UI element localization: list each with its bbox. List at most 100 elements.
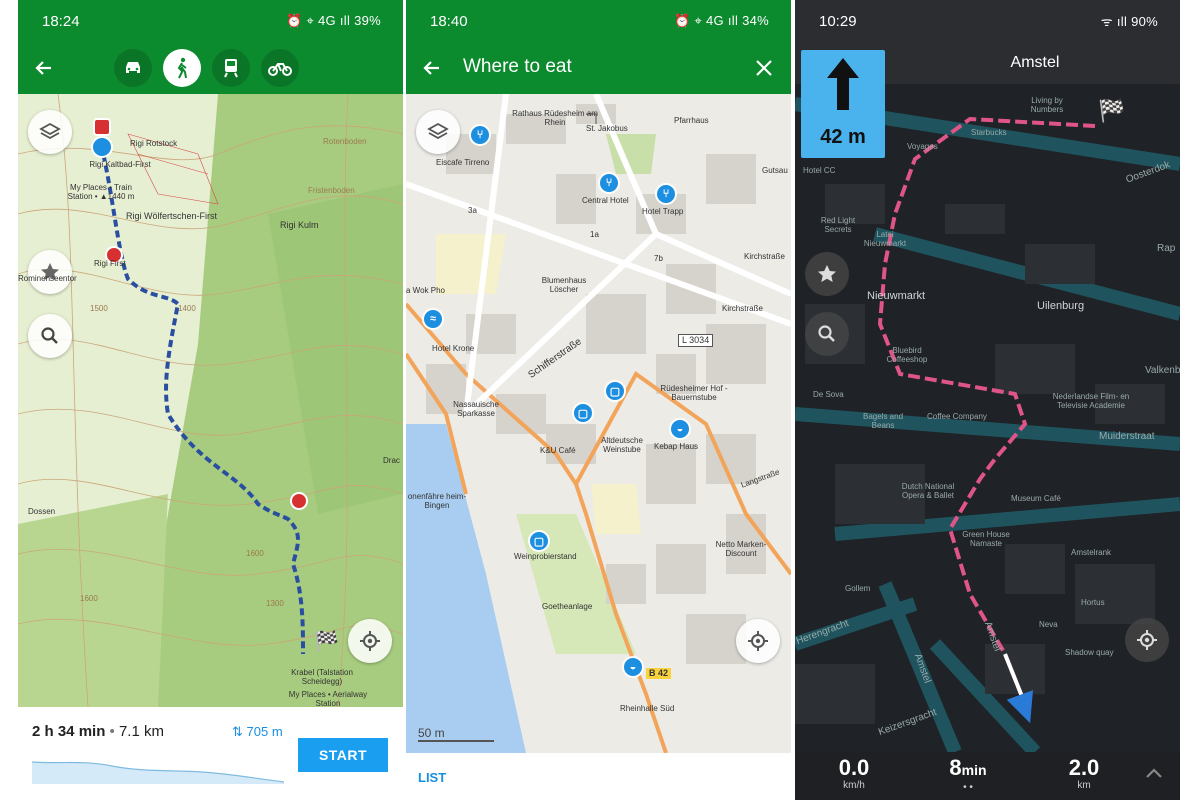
map-label: Altdeutsche Weinstube (601, 436, 643, 454)
straight-arrow-icon (827, 58, 859, 110)
map-label: Rotenboden (323, 137, 367, 146)
map-label: Drac (383, 456, 400, 465)
status-indicators: ᯤ ıll 90% (1100, 14, 1158, 29)
finish-flag-icon: 🏁 (1098, 98, 1126, 123)
map-label: Hotel Trapp (642, 207, 684, 216)
navigation-map[interactable]: 🏁 Living by Numbers Starbucks Voyages Ho… (795, 84, 1180, 752)
map-label: Shadow quay (1065, 648, 1114, 657)
map-label: Nederlandse Film- en Televisie Academie (1052, 392, 1130, 410)
remaining-distance-stat: 2.0 km (1039, 755, 1129, 792)
eta-stat[interactable]: 8min • • (923, 755, 1013, 794)
back-arrow-icon[interactable] (420, 56, 444, 80)
map-label: My Places • Train Station • ▲1440 m (67, 183, 135, 201)
restaurant-pin-icon[interactable]: ⑂ (655, 183, 677, 205)
map-label: Rigi Wölfertschen-First (126, 211, 218, 221)
my-location-button[interactable] (736, 619, 780, 663)
favorites-button[interactable] (28, 250, 72, 294)
layers-button[interactable] (416, 110, 460, 154)
map-label: a Wok Pho (406, 286, 445, 295)
map-label: My Places • Aerialway Station (288, 690, 368, 707)
layers-icon (427, 122, 449, 140)
my-location-button[interactable] (348, 619, 392, 663)
map-label: Living by Numbers (1030, 96, 1064, 114)
screen-route-planner: 18:24 ⏰ ⌖ 4G ıll 39% 🏁 Rigi Rotstock Rig… (18, 0, 403, 800)
map-label: Pfarrhaus (674, 116, 709, 125)
ascent-info: ⇅ 705 m (232, 724, 283, 740)
page-title: Where to eat (463, 56, 572, 77)
topo-map[interactable]: 🏁 Rigi Rotstock Rigi Kaltbad-First My Pl… (18, 94, 403, 707)
status-bar: 18:24 ⏰ ⌖ 4G ıll 39% (18, 0, 403, 42)
train-mode-button[interactable] (212, 49, 250, 87)
walk-mode-button[interactable] (163, 49, 201, 87)
restaurant-pin-icon[interactable]: ◒ (669, 418, 691, 440)
map-label: Eiscafe Tirreno (436, 158, 490, 167)
remaining-value: 2.0 (1068, 755, 1100, 780)
elevation-profile (32, 761, 284, 784)
search-button[interactable] (28, 314, 72, 358)
contour-label: 1400 (178, 304, 196, 313)
cafe-pin-icon[interactable]: ▢ (528, 530, 550, 552)
map-label: Kebap Haus (654, 442, 699, 451)
map-label: Rigi Rotstock (130, 139, 178, 148)
train-station-icon (93, 118, 111, 136)
bike-icon (268, 63, 292, 76)
remaining-unit: km (1077, 780, 1091, 791)
map-label: Gutsau (762, 166, 788, 175)
route-summary-panel: 2 h 34 min • 7.1 km ⇅ 705 m START (18, 707, 403, 800)
list-button[interactable]: LIST (418, 770, 446, 785)
map-label: Nassauische Sparkasse (453, 400, 499, 418)
route-summary: 2 h 34 min • 7.1 km (32, 723, 164, 740)
map-label: Neva (1039, 620, 1058, 629)
turn-instruction-panel: 42 m (801, 50, 885, 158)
favorites-button[interactable] (805, 252, 849, 296)
cafe-pin-icon[interactable]: ▢ (572, 402, 594, 424)
street-label: Muiderstraat (1099, 431, 1155, 442)
search-icon (41, 327, 58, 344)
restaurant-pin-icon[interactable] (290, 492, 308, 510)
restaurant-pin-icon[interactable]: ◒ (622, 656, 644, 678)
back-arrow-icon[interactable] (32, 56, 56, 80)
map-label: Red Light Secrets (820, 216, 856, 234)
start-button[interactable]: START (298, 738, 388, 772)
route-distance: 7.1 km (118, 723, 164, 740)
map-label: Bluebird Coffeeshop (886, 346, 928, 364)
map-label: Hortus (1081, 598, 1105, 607)
eta-value: 8 (949, 755, 962, 780)
cafe-pin-icon[interactable]: ▢ (604, 380, 626, 402)
bike-mode-button[interactable] (261, 49, 299, 87)
status-time: 18:24 (42, 12, 80, 30)
start-point-icon[interactable] (91, 136, 113, 158)
ascent-value: 705 m (246, 724, 283, 739)
map-label: Goetheanlage (542, 602, 593, 611)
map-label: Starbucks (971, 128, 1007, 137)
close-icon[interactable] (752, 56, 776, 80)
restaurant-pin-icon[interactable]: ⑂ (598, 172, 620, 194)
locate-icon (748, 631, 768, 651)
restaurant-pin-icon[interactable]: ⑂ (469, 124, 491, 146)
restaurant-pin-icon[interactable]: ≈ (422, 308, 444, 330)
chevron-up-icon[interactable] (1145, 766, 1163, 784)
map-label: Hotel Krone (432, 344, 475, 353)
car-icon (126, 62, 140, 73)
train-icon (224, 59, 238, 78)
map-label: 3a (468, 206, 477, 215)
page-dots: • • (963, 782, 973, 793)
car-mode-button[interactable] (114, 49, 152, 87)
finish-flag-icon: 🏁 (314, 631, 339, 653)
layers-button[interactable] (28, 110, 72, 154)
map-label: K&U Café (540, 446, 576, 455)
status-time: 18:40 (430, 12, 468, 30)
map-label: Blumenhaus Löscher (541, 276, 587, 294)
city-map[interactable]: ⑂ ⑂ ⑂ ≈ ▢ ▢ ◒ ▢ ◒ Rathaus Rüdesheim am R… (406, 94, 791, 753)
map-label: Hotel CC (803, 166, 836, 175)
map-label: Rap (1157, 243, 1176, 254)
map-label: Museum Café (1011, 494, 1061, 503)
search-button[interactable] (805, 312, 849, 356)
current-street: Amstel (1010, 54, 1060, 71)
my-location-button[interactable] (1125, 618, 1169, 662)
map-label: onenfähre heim-Bingen (407, 492, 467, 510)
status-indicators: ⏰ ⌖ 4G ıll 34% (674, 13, 769, 28)
status-bar: 10:29 ᯤ ıll 90% (795, 0, 1180, 42)
screen-where-to-eat: 18:40 ⏰ ⌖ 4G ıll 34% Where to eat ⑂ ⑂ ⑂ … (406, 0, 791, 800)
map-label: Central Hotel (582, 196, 629, 205)
